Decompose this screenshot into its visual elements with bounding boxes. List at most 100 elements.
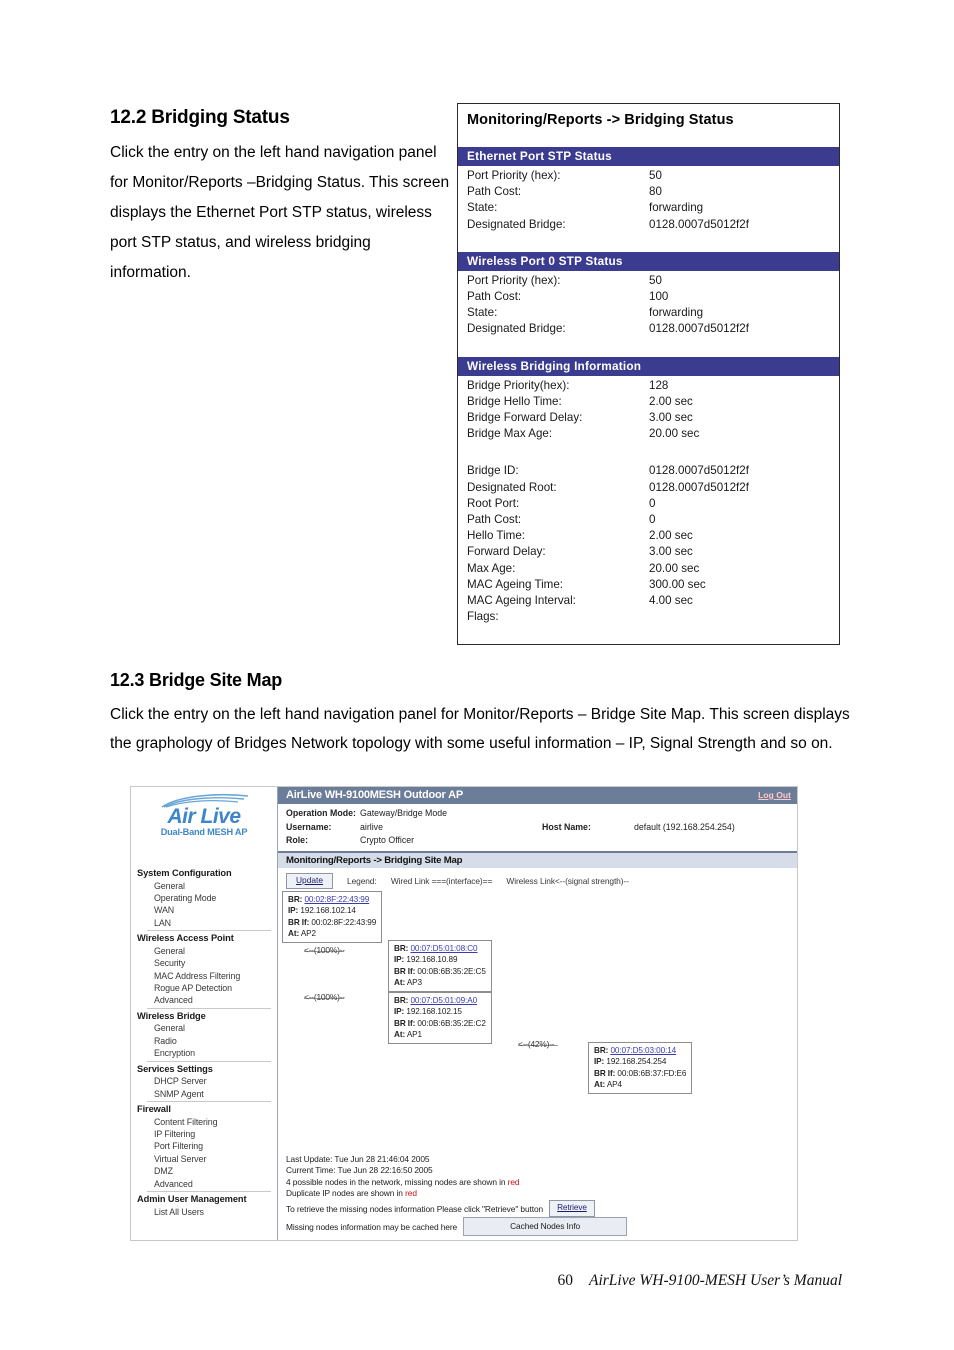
row-key: State:	[467, 201, 498, 215]
table-row: State: forwarding	[458, 200, 839, 216]
retrieve-row: To retrieve the missing nodes informatio…	[286, 1200, 627, 1217]
table-row: Bridge Forward Delay: 3.00 sec	[458, 410, 839, 426]
sidebar-item-radio[interactable]: Radio	[137, 1035, 277, 1047]
ethernet-port-stp-rows: Port Priority (hex): 50 Path Cost: 80 St…	[458, 166, 839, 233]
row-key: State:	[467, 306, 498, 320]
table-row: MAC Ageing Time: 300.00 sec	[458, 577, 839, 593]
legend-wireless: Wireless Link<--(signal strength)--	[506, 875, 629, 886]
sidebar-item-operating-mode[interactable]: Operating Mode	[137, 892, 277, 904]
sidebar-item-virtual-server[interactable]: Virtual Server	[137, 1153, 277, 1165]
row-key: Bridge Forward Delay:	[467, 411, 583, 425]
edge-label-100-b: <--(100%)--	[304, 991, 345, 1002]
possible-nodes-prefix: 4 possible nodes in the network, missing…	[286, 1176, 508, 1187]
sidebar-item-ap-advanced[interactable]: Advanced	[137, 994, 277, 1006]
node-br-mac[interactable]: 00:07:D5:01:09:A0	[410, 996, 477, 1005]
wireless-bridging-rows-a: Bridge Priority(hex): 128 Bridge Hello T…	[458, 376, 839, 443]
node-at-label: At:	[394, 1030, 406, 1039]
info-row-username: Username: airlive Host Name: default (19…	[286, 821, 797, 835]
node-ap2[interactable]: BR: 00:02:8F:22:43:99 IP: 192.168.102.14…	[282, 890, 383, 944]
logout-link[interactable]: Log Out	[758, 790, 791, 800]
toolbar: Update Legend: Wired Link ===(interface)…	[278, 868, 797, 889]
node-brif-value: 00:0B:6B:37:FD:E6	[617, 1068, 687, 1078]
row-key: Forward Delay:	[467, 545, 546, 559]
ethernet-port-stp-heading: Ethernet Port STP Status	[458, 147, 839, 166]
sidebar-item-firewall-advanced[interactable]: Advanced	[137, 1178, 277, 1190]
username-label: Username:	[286, 821, 332, 832]
sidebar-item-general[interactable]: General	[137, 880, 277, 892]
row-value: 0	[649, 513, 656, 527]
node-ip-label: IP:	[594, 1057, 605, 1067]
main-content: AirLive WH-9100MESH Outdoor AP Log Out O…	[278, 787, 797, 1240]
sidebar-item-encryption[interactable]: Encryption	[137, 1047, 277, 1059]
ethernet-port-stp-section: Ethernet Port STP Status Port Priority (…	[458, 147, 839, 233]
node-ap4[interactable]: BR: 00:07:D5:03:00:14 IP: 192.168.254.25…	[588, 1041, 693, 1095]
sidebar-item-port-filtering[interactable]: Port Filtering	[137, 1140, 277, 1152]
table-row: Bridge Priority(hex): 128	[458, 378, 839, 394]
node-ip-label: IP:	[394, 955, 405, 965]
table-row: Path Cost: 0	[458, 512, 839, 528]
nav-group-system-configuration: System Configuration	[137, 868, 232, 878]
node-at-value: AP1	[406, 1030, 422, 1039]
row-key: Designated Bridge:	[467, 217, 566, 231]
table-row: Path Cost: 100	[458, 289, 839, 305]
node-brif-value: 00:0B:6B:35:2E:C5	[417, 966, 486, 976]
bridge-site-map-screenshot: Air Live Dual-Band MESH AP System Config…	[130, 786, 798, 1241]
node-brif-value: 00:02:8F:22:43:99	[311, 917, 377, 927]
sidebar-item-wan[interactable]: WAN	[137, 904, 277, 916]
breadcrumb: Monitoring/Reports -> Bridging Site Map	[278, 850, 797, 868]
node-brif-label: BR If:	[394, 1018, 416, 1028]
table-row: Bridge Max Age: 20.00 sec	[458, 426, 839, 442]
sidebar-item-security[interactable]: Security	[137, 957, 277, 969]
navigation-menu: System Configuration General Operating M…	[131, 859, 277, 1218]
cached-row: Missing nodes information may be cached …	[286, 1217, 628, 1236]
sidebar-item-dmz[interactable]: DMZ	[137, 1165, 277, 1177]
row-key: Port Priority (hex):	[467, 273, 561, 287]
node-br-mac[interactable]: 00:07:D5:03:00:14	[610, 1046, 676, 1055]
operation-mode-value: Gateway/Bridge Mode	[360, 808, 448, 818]
node-ap3[interactable]: BR: 00:07:D5:01:08:C0 IP: 192.168.10.89 …	[388, 939, 492, 993]
sidebar-item-rogue-ap-detection[interactable]: Rogue AP Detection	[137, 982, 277, 994]
duplicate-ip-prefix: Duplicate IP nodes are shown in	[286, 1188, 406, 1199]
table-row: Max Age: 20.00 sec	[458, 561, 839, 577]
cached-nodes-info-button[interactable]: Cached Nodes Info	[463, 1217, 628, 1236]
status-footer: Last Update: Tue Jun 28 21:46:04 2005 Cu…	[286, 1154, 628, 1236]
retrieve-button[interactable]: Retrieve	[549, 1200, 595, 1217]
node-br-mac[interactable]: 00:07:D5:01:08:C0	[410, 944, 477, 953]
node-at-value: AP2	[300, 929, 316, 938]
wireless-bridging-rows-b: Bridge ID: 0128.0007d5012f2f Designated …	[458, 461, 839, 625]
possible-nodes-text: 4 possible nodes in the network, missing…	[286, 1177, 627, 1189]
sidebar-item-content-filtering[interactable]: Content Filtering	[137, 1116, 277, 1128]
node-ap1[interactable]: BR: 00:07:D5:01:09:A0 IP: 192.168.102.15…	[388, 991, 492, 1045]
node-br-label: BR:	[394, 995, 409, 1005]
node-brif-label: BR If:	[394, 966, 416, 976]
host-name-label: Host Name:	[542, 821, 591, 832]
node-br-label: BR:	[594, 1045, 609, 1055]
app-title: AirLive WH-9100MESH Outdoor AP	[286, 789, 463, 801]
wireless-port-0-stp-rows: Port Priority (hex): 50 Path Cost: 100 S…	[458, 271, 839, 338]
section-123-paragraph: Click the entry on the left hand navigat…	[110, 706, 850, 752]
nav-group-admin-user-management: Admin User Management	[137, 1194, 247, 1205]
sidebar-item-bridge-general[interactable]: General	[137, 1022, 277, 1034]
node-br-mac[interactable]: 00:02:8F:22:43:99	[304, 895, 369, 904]
divider	[147, 1007, 271, 1009]
node-br-label: BR:	[394, 943, 409, 953]
sidebar-item-lan[interactable]: LAN	[137, 917, 277, 929]
sidebar-item-dhcp-server[interactable]: DHCP Server	[137, 1075, 277, 1087]
row-key: Root Port:	[467, 496, 520, 510]
row-value: 50	[649, 169, 662, 182]
node-at-label: At:	[594, 1080, 606, 1089]
table-row: Bridge Hello Time: 2.00 sec	[458, 394, 839, 410]
divider	[147, 1060, 271, 1062]
update-button[interactable]: Update	[286, 872, 334, 889]
table-row: Path Cost: 80	[458, 184, 839, 200]
sidebar-item-ip-filtering[interactable]: IP Filtering	[137, 1128, 277, 1140]
divider	[147, 930, 271, 932]
sidebar-item-snmp-agent[interactable]: SNMP Agent	[137, 1088, 277, 1100]
sidebar-item-ap-general[interactable]: General	[137, 945, 277, 957]
sidebar: Air Live Dual-Band MESH AP System Config…	[131, 787, 278, 1240]
table-row: Port Priority (hex): 50	[458, 168, 839, 184]
sidebar-item-list-all-users[interactable]: List All Users	[137, 1206, 277, 1218]
sidebar-item-mac-address-filtering[interactable]: MAC Address Filtering	[137, 970, 277, 982]
row-key: Designated Root:	[467, 480, 557, 494]
row-key: Designated Bridge:	[467, 322, 566, 336]
